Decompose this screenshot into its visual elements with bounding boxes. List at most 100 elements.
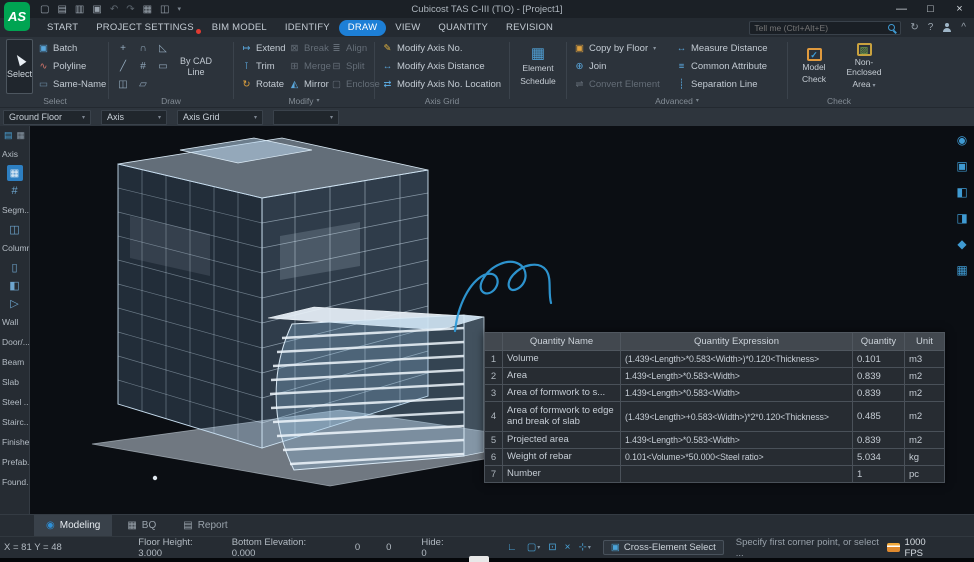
tell-me-search[interactable] — [749, 21, 901, 35]
triangle-tool-icon[interactable]: ◺ — [154, 40, 172, 56]
region-tool-icon[interactable]: ◫ — [114, 76, 132, 92]
trim-button[interactable]: ⊺Trim — [238, 58, 286, 75]
sidebar-item-finishes[interactable]: Finishes — [0, 432, 29, 452]
grid-view-icon[interactable]: ▦ — [17, 130, 26, 141]
search-input[interactable] — [750, 23, 888, 33]
element-dropdown[interactable]: Axis Grid — [177, 110, 263, 125]
save-project-icon[interactable]: ▥ — [75, 4, 84, 15]
ortho-mode-icon[interactable]: ∟ — [507, 542, 517, 553]
separation-line-button[interactable]: ┊Separation Line — [673, 76, 785, 93]
help-icon[interactable]: ? — [928, 22, 934, 33]
tab-start[interactable]: START — [38, 20, 87, 36]
select-button[interactable]: Select — [6, 39, 33, 94]
pilaster-icon[interactable]: ▷ — [0, 294, 29, 312]
save-as-icon[interactable]: ▣ — [92, 4, 101, 15]
sidebar-item-steel[interactable]: Steel ... — [0, 392, 29, 412]
align-button[interactable]: ≣Align — [328, 40, 372, 57]
sidebar-item-prefab[interactable]: Prefab... — [0, 452, 29, 472]
close-button[interactable]: × — [945, 0, 974, 18]
modify-axis-no-button[interactable]: ✎Modify Axis No. — [379, 40, 504, 57]
cross-element-select-button[interactable]: ▣ Cross-Element Select — [603, 540, 724, 555]
convert-element-button[interactable]: ⇌Convert Element — [571, 76, 673, 93]
advanced-group-label[interactable]: Advanced — [571, 94, 783, 107]
mirror-button[interactable]: ◭Mirror — [286, 76, 328, 93]
app-logo[interactable]: AS — [4, 2, 30, 31]
measure-distance-button[interactable]: ↔Measure Distance — [673, 40, 785, 57]
sync-icon[interactable]: ↻ — [910, 22, 918, 33]
common-attribute-button[interactable]: ≡Common Attribute — [673, 58, 785, 75]
axis-grid-icon[interactable]: ▦ — [0, 164, 29, 182]
copy-by-floor-button[interactable]: ▣Copy by Floor — [571, 40, 673, 57]
grid-display-icon[interactable]: ▦ — [952, 262, 972, 278]
element-schedule-button[interactable]: ▦ Element Schedule — [514, 39, 562, 94]
modify-axis-distance-button[interactable]: ↔Modify Axis Distance — [379, 58, 504, 75]
sidebar-item-column[interactable]: Column — [0, 238, 29, 258]
point-tool-icon[interactable]: + — [114, 40, 132, 56]
modify-group-label[interactable]: Modify — [238, 94, 370, 107]
maximize-button[interactable]: □ — [916, 0, 945, 18]
tab-project-settings[interactable]: PROJECT SETTINGS — [87, 20, 203, 36]
extend-button[interactable]: ↦Extend — [238, 40, 286, 57]
open-project-icon[interactable]: ▤ — [57, 4, 66, 15]
quantity-table[interactable]: Quantity Name Quantity Expression Quanti… — [484, 332, 945, 483]
quick-access-caret-icon[interactable]: ▾ — [178, 5, 182, 13]
tab-bq[interactable]: ▦ BQ — [115, 515, 168, 536]
tab-draw[interactable]: DRAW — [339, 20, 386, 36]
segment-icon[interactable]: ◫ — [0, 220, 29, 238]
structural-column-icon[interactable]: ◧ — [0, 276, 29, 294]
sidebar-item-foundation[interactable]: Found... — [0, 472, 29, 492]
new-project-icon[interactable]: ▢ — [40, 4, 49, 15]
list-view-icon[interactable]: ▤ — [4, 130, 13, 141]
sidebar-item-staircase[interactable]: Stairc... — [0, 412, 29, 432]
rotate-button[interactable]: ↻Rotate — [238, 76, 286, 93]
redo-icon[interactable]: ↷ — [126, 4, 134, 15]
shade-left-icon[interactable]: ◧ — [952, 184, 972, 200]
sidebar-item-door[interactable]: Door/... — [0, 332, 29, 352]
tab-identify[interactable]: IDENTIFY — [276, 20, 339, 36]
tab-modeling[interactable]: ◉ Modeling — [34, 515, 112, 536]
polyline-select-button[interactable]: ∿ Polyline — [35, 58, 109, 75]
arc-tool-icon[interactable]: ∩ — [134, 40, 152, 56]
tab-quantity[interactable]: QUANTITY — [429, 20, 497, 36]
offset-input-icon[interactable]: ⊹ — [579, 542, 591, 553]
same-name-select-button[interactable]: ▭ Same-Name — [35, 76, 109, 93]
user-account-icon[interactable] — [942, 23, 952, 33]
tab-report[interactable]: ▤ Report — [171, 515, 239, 536]
by-cad-line-button[interactable]: By CAD Line — [175, 39, 217, 94]
sidebar-item-wall[interactable]: Wall — [0, 312, 29, 332]
fit-view-icon[interactable]: ▣ — [952, 158, 972, 174]
view-toggle-icon[interactable]: ◫ — [160, 4, 169, 15]
undo-icon[interactable]: ↶ — [110, 4, 118, 15]
join-button[interactable]: ⊕Join — [571, 58, 673, 75]
break-button[interactable]: ⊠Break — [286, 40, 328, 57]
sidebar-item-slab[interactable]: Slab — [0, 372, 29, 392]
axis-number-icon[interactable]: # — [0, 182, 29, 200]
sidebar-item-axis[interactable]: Axis — [0, 144, 29, 164]
snap-settings-icon[interactable]: ⊡ — [548, 542, 556, 553]
line-tool-icon[interactable]: ╱ — [114, 58, 132, 74]
orbit-view-icon[interactable]: ◉ — [952, 132, 972, 148]
floor-dropdown[interactable]: Ground Floor — [3, 110, 91, 125]
polygon-tool-icon[interactable]: ▱ — [134, 76, 152, 92]
sidebar-item-beam[interactable]: Beam — [0, 352, 29, 372]
model-check-button[interactable]: ✓ Model Check — [792, 39, 836, 94]
minimize-button[interactable]: — — [887, 0, 916, 18]
axis-tool-icon[interactable]: # — [134, 58, 152, 74]
merge-button[interactable]: ⊞Merge — [286, 58, 328, 75]
collapse-ribbon-icon[interactable]: ^ — [961, 22, 966, 33]
non-enclosed-area-button[interactable]: ▨ Non-Enclosed Area — [842, 39, 886, 94]
cross-snap-icon[interactable]: × — [565, 542, 571, 553]
tab-bim-model[interactable]: BIM MODEL — [203, 20, 276, 36]
shade-right-icon[interactable]: ◨ — [952, 210, 972, 226]
category-dropdown[interactable]: Axis — [101, 110, 167, 125]
element-list-icon[interactable]: ▦ — [143, 4, 152, 15]
section-tool-icon[interactable]: ◆ — [952, 236, 972, 252]
model-viewport[interactable]: Quantity Name Quantity Expression Quanti… — [30, 126, 974, 514]
column-icon[interactable]: ▯ — [0, 258, 29, 276]
modify-axis-no-location-button[interactable]: ⇄Modify Axis No. Location — [379, 76, 504, 93]
enclose-button[interactable]: ▢Enclose — [328, 76, 372, 93]
batch-select-button[interactable]: ▣ Batch — [35, 40, 109, 57]
tab-view[interactable]: VIEW — [386, 20, 429, 36]
rect-tool-icon[interactable]: ▭ — [154, 58, 172, 74]
sidebar-item-segment[interactable]: Segm... — [0, 200, 29, 220]
